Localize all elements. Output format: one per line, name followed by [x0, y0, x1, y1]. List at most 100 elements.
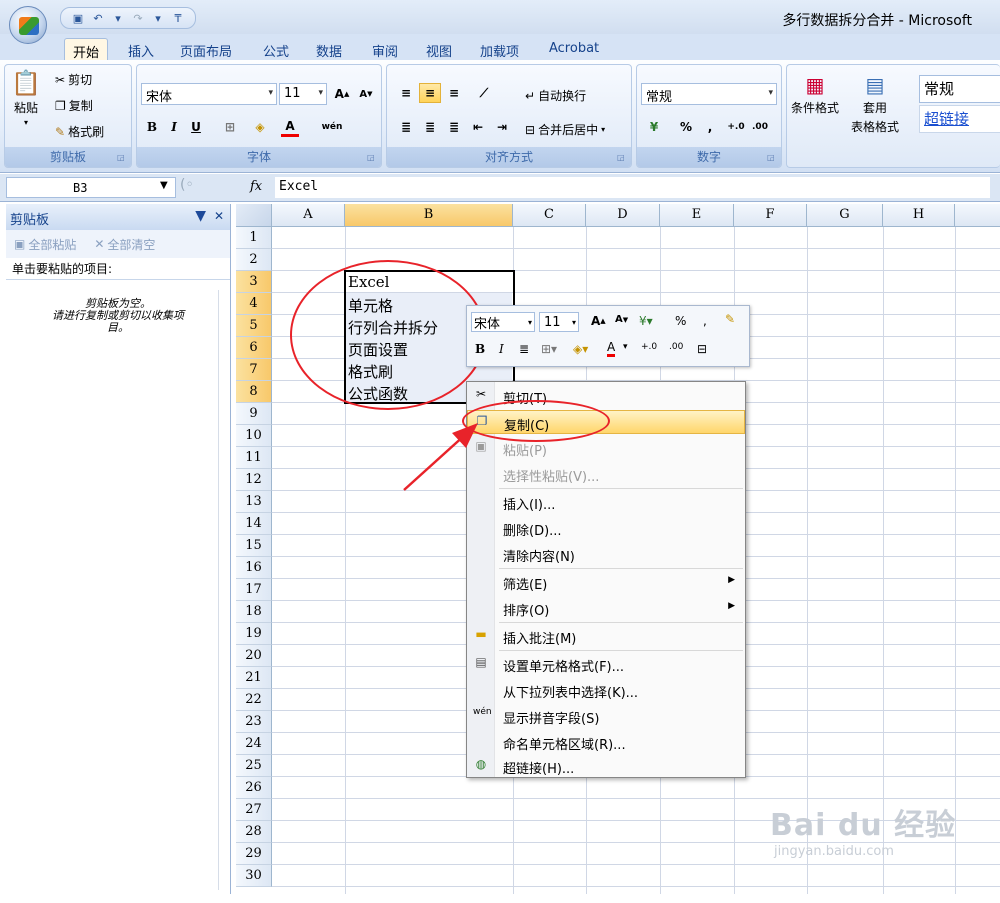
menu-item-insert[interactable]: 插入(I)...: [467, 490, 745, 514]
row-header[interactable]: 26: [236, 777, 272, 799]
row-header[interactable]: 19: [236, 623, 272, 645]
name-box[interactable]: B3: [6, 177, 176, 198]
increase-decimal-icon[interactable]: +.0: [641, 342, 657, 352]
row-header[interactable]: 28: [236, 821, 272, 843]
menu-item-clear-contents[interactable]: 清除内容(N): [467, 542, 745, 566]
row-header[interactable]: 14: [236, 513, 272, 535]
orientation-icon[interactable]: ⟋: [473, 83, 495, 103]
format-as-table-button[interactable]: ▤ 套用 表格格式: [851, 73, 899, 135]
undo-dropdown-icon[interactable]: ▾: [109, 10, 127, 26]
copy-button[interactable]: ❐ 复制: [55, 97, 93, 114]
conditional-format-button[interactable]: ▦ 条件格式: [791, 73, 839, 116]
row-header[interactable]: 3: [236, 271, 272, 293]
italic-button[interactable]: I: [163, 117, 185, 137]
row-header[interactable]: 4: [236, 293, 272, 315]
currency-icon[interactable]: ¥: [643, 117, 665, 137]
dialog-launcher-icon[interactable]: ◲: [767, 153, 777, 163]
tab-page-layout[interactable]: 页面布局: [172, 38, 240, 60]
tab-addins[interactable]: 加载项: [472, 38, 527, 60]
percent-icon[interactable]: %: [675, 314, 686, 328]
font-color-icon[interactable]: A: [607, 340, 616, 357]
paste-button[interactable]: 📋 粘贴 ▾: [11, 69, 41, 127]
shrink-font-icon[interactable]: A ▼: [615, 314, 628, 325]
phonetic-guide-icon[interactable]: wén: [321, 117, 343, 137]
close-icon[interactable]: ✕: [214, 209, 224, 223]
increase-decimal-icon[interactable]: +.0: [725, 117, 747, 137]
menu-item-delete[interactable]: 删除(D)...: [467, 516, 745, 540]
font-size-box[interactable]: 11 ▾: [279, 83, 327, 105]
number-format-box[interactable]: 常规 ▾: [641, 83, 777, 105]
row-header[interactable]: 21: [236, 667, 272, 689]
column-header-b[interactable]: B: [345, 204, 513, 227]
save-icon[interactable]: ▣: [69, 10, 87, 26]
menu-item-phonetic[interactable]: wén 显示拼音字段(S): [467, 704, 745, 728]
merge-center-button[interactable]: ⊟ 合并后居中 ▾: [525, 121, 605, 138]
row-header[interactable]: 12: [236, 469, 272, 491]
mini-size-box[interactable]: 11 ▾: [539, 312, 579, 332]
comma-button[interactable]: ,: [699, 117, 721, 137]
bold-button[interactable]: B: [141, 117, 163, 137]
tab-review[interactable]: 审阅: [364, 38, 406, 60]
row-header[interactable]: 15: [236, 535, 272, 557]
row-header[interactable]: 5: [236, 315, 272, 337]
align-bottom-icon[interactable]: ≡: [443, 83, 465, 103]
italic-icon[interactable]: I: [499, 342, 504, 356]
undo-icon[interactable]: ↶: [89, 10, 107, 26]
style-hyperlink[interactable]: 超链接: [919, 105, 1000, 133]
row-header[interactable]: 18: [236, 601, 272, 623]
cut-button[interactable]: ✂ 剪切: [55, 71, 92, 88]
wrap-text-button[interactable]: ↵ 自动换行: [525, 87, 586, 104]
column-header-d[interactable]: D: [586, 204, 660, 227]
font-name-box[interactable]: 宋体 ▾: [141, 83, 277, 105]
dialog-launcher-icon[interactable]: ◲: [367, 153, 377, 163]
row-header[interactable]: 9: [236, 403, 272, 425]
format-painter-button[interactable]: ✎ 格式刷: [55, 123, 104, 140]
redo-icon[interactable]: ↷: [129, 10, 147, 26]
increase-indent-icon[interactable]: ⇥: [491, 117, 513, 137]
align-top-icon[interactable]: ≡: [395, 83, 417, 103]
chevron-down-icon[interactable]: ▼: [160, 180, 168, 191]
menu-item-format-cells[interactable]: ▤ 设置单元格格式(F)...: [467, 652, 745, 676]
column-header-e[interactable]: E: [660, 204, 734, 227]
row-header[interactable]: 6: [236, 337, 272, 359]
row-header[interactable]: 7: [236, 359, 272, 381]
shrink-font-button[interactable]: A ▼: [355, 84, 377, 104]
border-icon[interactable]: ⊞: [219, 117, 241, 137]
decrease-decimal-icon[interactable]: .00: [669, 342, 683, 352]
grow-font-icon[interactable]: A ▲: [591, 314, 606, 328]
tab-acrobat[interactable]: Acrobat: [541, 38, 607, 60]
fill-color-icon[interactable]: ◈: [249, 117, 271, 137]
customize-qat-icon[interactable]: ₸: [169, 10, 187, 26]
tab-data[interactable]: 数据: [308, 38, 350, 60]
format-painter-icon[interactable]: ✎: [725, 312, 735, 326]
row-header[interactable]: 27: [236, 799, 272, 821]
menu-item-insert-comment[interactable]: ▬ 插入批注(M): [467, 624, 745, 648]
row-header[interactable]: 1: [236, 227, 272, 249]
clear-all-button[interactable]: ✕ 全部清空: [94, 234, 155, 254]
align-left-icon[interactable]: ≣: [395, 117, 417, 137]
column-header-next[interactable]: [955, 204, 1000, 227]
row-header[interactable]: 17: [236, 579, 272, 601]
row-header[interactable]: 10: [236, 425, 272, 447]
row-header[interactable]: 23: [236, 711, 272, 733]
row-header[interactable]: 8: [236, 381, 272, 403]
percent-button[interactable]: %: [675, 117, 697, 137]
select-all-corner[interactable]: [236, 204, 272, 227]
decrease-decimal-icon[interactable]: .00: [749, 117, 771, 137]
tab-insert[interactable]: 插入: [120, 38, 162, 60]
row-header[interactable]: 2: [236, 249, 272, 271]
font-color-icon[interactable]: A: [281, 117, 299, 137]
align-middle-icon[interactable]: ≡: [419, 83, 441, 103]
office-button[interactable]: [9, 6, 47, 44]
column-header-f[interactable]: F: [734, 204, 807, 227]
row-header[interactable]: 30: [236, 865, 272, 887]
formula-input[interactable]: Excel: [275, 177, 990, 198]
grow-font-button[interactable]: A ▲: [331, 84, 353, 104]
menu-item-hyperlink[interactable]: ◍ 超链接(H)...: [467, 754, 745, 778]
style-normal[interactable]: 常规: [919, 75, 1000, 103]
menu-item-filter[interactable]: 筛选(E) ▶: [467, 570, 745, 594]
row-header[interactable]: 25: [236, 755, 272, 777]
row-header[interactable]: 22: [236, 689, 272, 711]
row-header[interactable]: 16: [236, 557, 272, 579]
tab-formulas[interactable]: 公式: [255, 38, 297, 60]
